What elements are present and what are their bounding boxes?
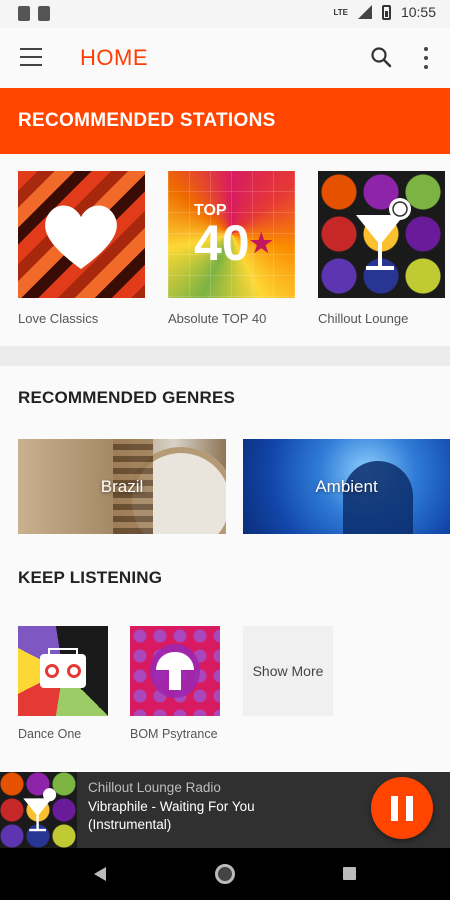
- star-icon: ★: [249, 227, 273, 258]
- station-label: Absolute TOP 40: [168, 311, 267, 326]
- station-art: [130, 626, 220, 716]
- station-art: TOP 40 ★: [168, 171, 295, 298]
- cocktail-icon: [23, 788, 57, 832]
- section-title: KEEP LISTENING: [18, 568, 163, 587]
- genre-card-ambient[interactable]: Ambient: [243, 439, 450, 534]
- station-art: [18, 171, 145, 298]
- show-more-button[interactable]: Show More: [243, 626, 333, 716]
- pause-button[interactable]: [371, 777, 433, 839]
- signal-icon: [357, 5, 372, 19]
- station-label: Chillout Lounge: [318, 311, 409, 326]
- banner-title: RECOMMENDED STATIONS: [18, 110, 276, 131]
- status-bar: LTE 10:55: [0, 0, 450, 28]
- station-art: [18, 626, 108, 716]
- heart-icon: [45, 205, 117, 269]
- network-type: LTE: [333, 7, 348, 17]
- app-bar: HOME: [0, 28, 450, 88]
- station-label: BOM Psytrance: [130, 727, 218, 741]
- notification-icon: [18, 6, 30, 21]
- sd-card-icon: [38, 6, 50, 21]
- pause-icon: [391, 796, 398, 821]
- station-label: Love Classics: [18, 311, 99, 326]
- station-art: [318, 171, 445, 298]
- top40-logo: TOP 40 ★: [194, 202, 273, 271]
- genre-card-brazil[interactable]: Brazil: [18, 439, 226, 534]
- recent-station-bom-psytrance[interactable]: BOM Psytrance: [130, 626, 222, 743]
- battery-icon: [381, 4, 391, 20]
- back-icon[interactable]: [94, 867, 106, 881]
- station-card-chillout-lounge[interactable]: Chillout Lounge: [318, 171, 446, 326]
- system-nav-bar: [0, 848, 450, 900]
- station-card-love-classics[interactable]: Love Classics: [18, 171, 146, 326]
- section-title: RECOMMENDED GENRES: [18, 388, 236, 407]
- station-label: Dance One: [18, 727, 82, 741]
- page-title: HOME: [80, 45, 148, 70]
- clock: 10:55: [400, 4, 436, 20]
- genres-section: RECOMMENDED GENRES Brazil Ambient: [0, 366, 450, 546]
- recommended-stations-banner: RECOMMENDED STATIONS: [0, 88, 450, 154]
- search-icon[interactable]: [370, 46, 392, 68]
- station-card-absolute-top-40[interactable]: TOP 40 ★ Absolute TOP 40: [168, 171, 296, 326]
- cocktail-icon: [356, 198, 411, 270]
- recent-station-dance-one[interactable]: Dance One: [18, 626, 110, 743]
- stations-row: Love Classics TOP 40 ★ Absolute TOP 40 C…: [0, 154, 450, 346]
- genre-label: Ambient: [315, 477, 378, 496]
- keep-listening-list: Dance One BOM Psytrance Show More: [0, 608, 450, 772]
- keep-listening-header: KEEP LISTENING: [0, 546, 450, 608]
- now-playing-art: [0, 772, 77, 848]
- now-playing-bar[interactable]: Chillout Lounge Radio Vibraphile - Waiti…: [0, 772, 450, 848]
- now-playing-track: Vibraphile - Waiting For You (Instrument…: [88, 799, 255, 832]
- genre-label: Brazil: [100, 477, 144, 496]
- home-icon[interactable]: [215, 864, 235, 884]
- menu-icon[interactable]: [20, 48, 42, 66]
- now-playing-station: Chillout Lounge Radio: [88, 780, 221, 795]
- recents-icon[interactable]: [343, 867, 356, 880]
- more-vert-icon[interactable]: [418, 47, 434, 69]
